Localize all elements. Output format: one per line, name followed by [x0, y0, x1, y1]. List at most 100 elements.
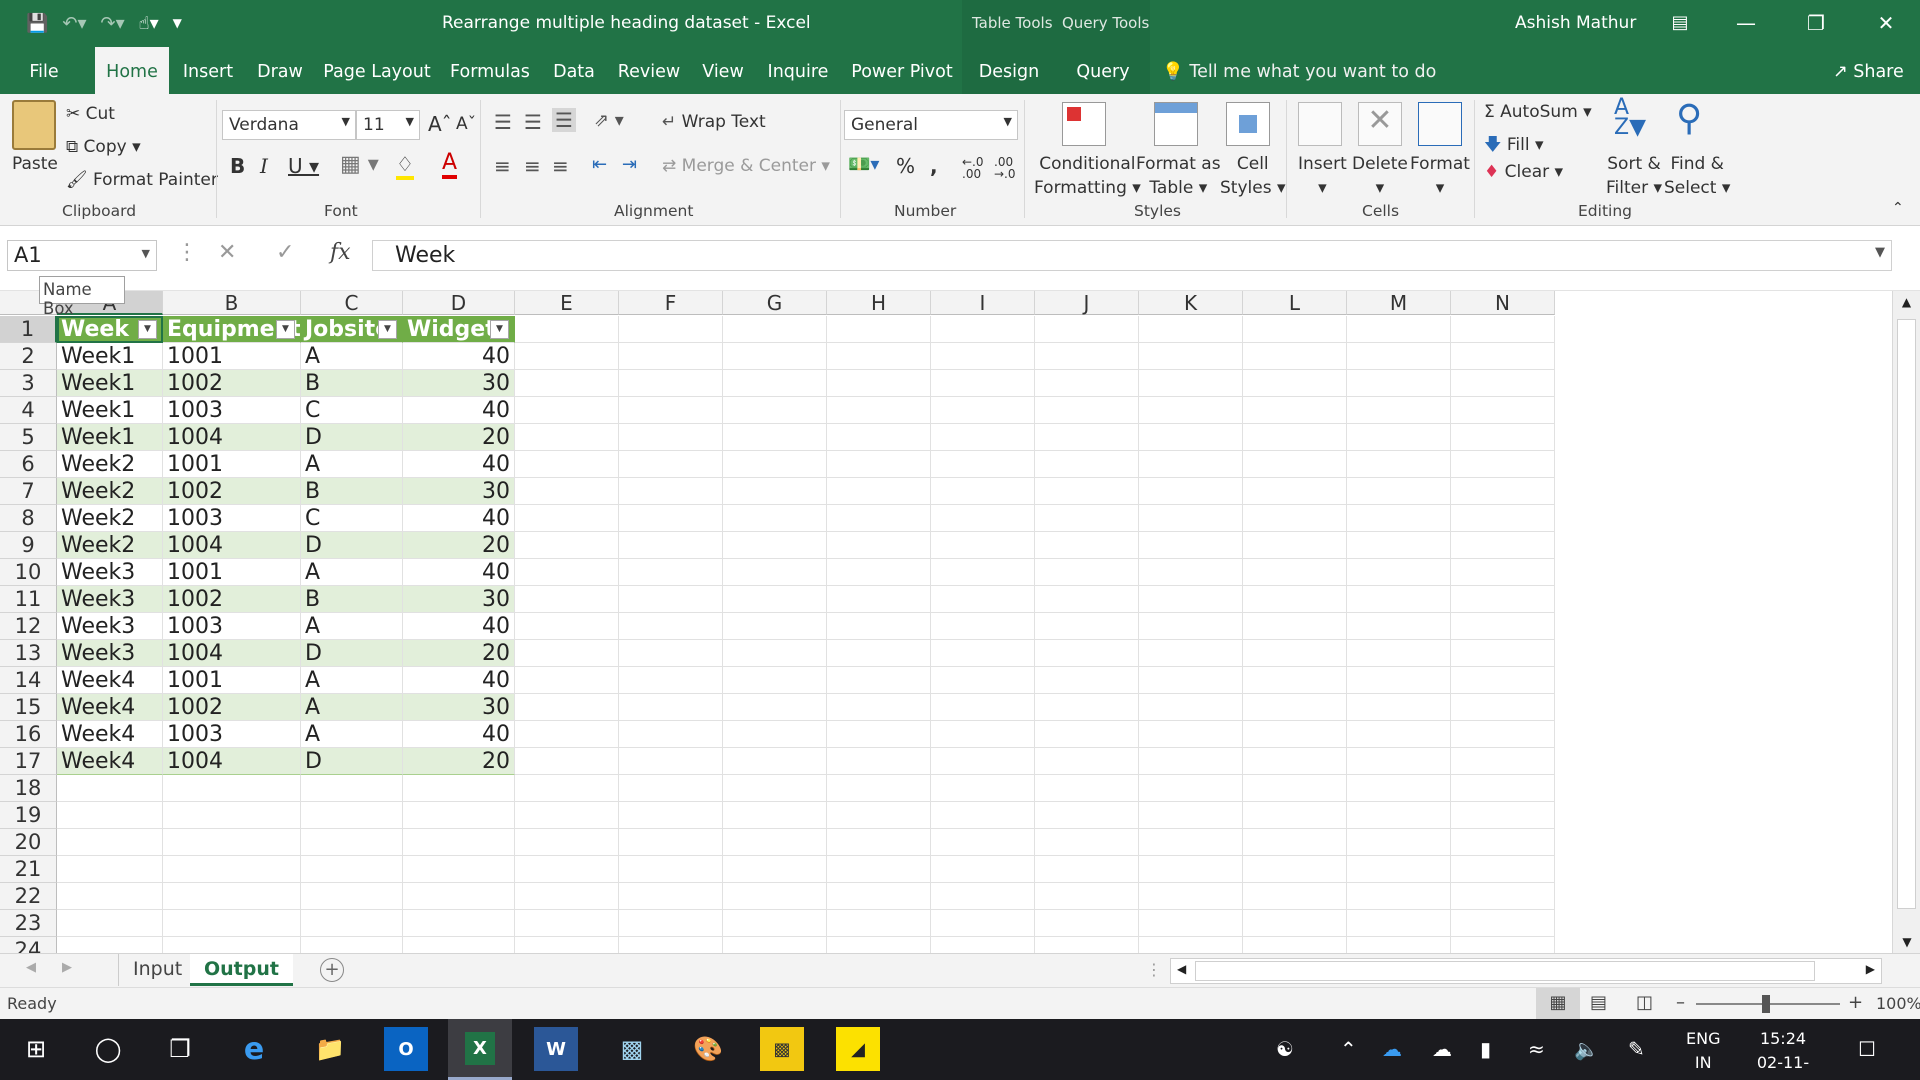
- row-header[interactable]: 22: [0, 883, 57, 910]
- empty-cell[interactable]: [515, 748, 619, 775]
- empty-cell[interactable]: [1347, 748, 1451, 775]
- empty-cell[interactable]: [163, 910, 301, 937]
- empty-cell[interactable]: [57, 775, 163, 802]
- empty-cell[interactable]: [723, 397, 827, 424]
- splitter-icon[interactable]: ⋮: [1146, 960, 1162, 979]
- normal-view-icon[interactable]: ▦: [1536, 988, 1580, 1019]
- empty-cell[interactable]: [723, 451, 827, 478]
- align-middle-icon[interactable]: ☰: [524, 110, 542, 134]
- prev-sheet-icon[interactable]: ◀: [26, 960, 36, 975]
- table-cell[interactable]: 1003: [163, 613, 301, 640]
- share-button[interactable]: ↗ Share: [1833, 47, 1904, 94]
- table-cell[interactable]: Week1: [57, 370, 163, 397]
- empty-cell[interactable]: [931, 775, 1035, 802]
- table-cell[interactable]: 1004: [163, 748, 301, 775]
- table-cell[interactable]: 1003: [163, 505, 301, 532]
- horizontal-scrollbar[interactable]: ◀ ▶: [1170, 958, 1882, 984]
- empty-cell[interactable]: [723, 640, 827, 667]
- empty-cell[interactable]: [301, 802, 403, 829]
- table-cell[interactable]: Week4: [57, 694, 163, 721]
- empty-cell[interactable]: [723, 505, 827, 532]
- empty-cell[interactable]: [619, 667, 723, 694]
- empty-cell[interactable]: [163, 883, 301, 910]
- empty-cell[interactable]: [1451, 856, 1555, 883]
- paste-icon[interactable]: [12, 100, 56, 150]
- empty-cell[interactable]: [1243, 694, 1347, 721]
- empty-cell[interactable]: [1139, 748, 1243, 775]
- zoom-out-icon[interactable]: –: [1676, 992, 1685, 1013]
- empty-cell[interactable]: [1139, 802, 1243, 829]
- table-cell[interactable]: 1004: [163, 640, 301, 667]
- empty-cell[interactable]: [1139, 370, 1243, 397]
- empty-cell[interactable]: [1243, 802, 1347, 829]
- empty-cell[interactable]: [1035, 613, 1139, 640]
- vertical-scrollbar[interactable]: ▲ ▼: [1892, 291, 1920, 953]
- filter-dropdown-icon[interactable]: ▼: [490, 320, 509, 339]
- show-hidden-icons-icon[interactable]: ⌃: [1340, 1037, 1357, 1061]
- empty-cell[interactable]: [931, 640, 1035, 667]
- empty-cell[interactable]: [619, 370, 723, 397]
- empty-cell[interactable]: [515, 316, 619, 343]
- empty-cell[interactable]: [931, 748, 1035, 775]
- empty-cell[interactable]: [723, 802, 827, 829]
- table-cell[interactable]: 1002: [163, 694, 301, 721]
- empty-cell[interactable]: [1139, 343, 1243, 370]
- volume-icon[interactable]: 🔈: [1574, 1037, 1599, 1061]
- worksheet-grid[interactable]: ▲ ▼ ABCDEFGHIJKLMN1Week▼Equipment▼Jobsit…: [0, 291, 1920, 953]
- customize-qat-icon[interactable]: ▼: [173, 16, 182, 30]
- empty-cell[interactable]: [931, 586, 1035, 613]
- conditional-formatting-button[interactable]: Conditional Formatting ▾: [1034, 152, 1141, 200]
- empty-cell[interactable]: [403, 775, 515, 802]
- empty-cell[interactable]: [1243, 451, 1347, 478]
- table-cell[interactable]: 40: [403, 505, 515, 532]
- empty-cell[interactable]: [931, 397, 1035, 424]
- tab-design[interactable]: Design: [962, 47, 1056, 94]
- empty-cell[interactable]: [619, 316, 723, 343]
- empty-cell[interactable]: [1035, 856, 1139, 883]
- font-name-select[interactable]: Verdana ▼: [222, 110, 356, 140]
- empty-cell[interactable]: [931, 424, 1035, 451]
- currency-icon[interactable]: 💵▾: [848, 154, 879, 175]
- table-cell[interactable]: 40: [403, 559, 515, 586]
- empty-cell[interactable]: [619, 856, 723, 883]
- empty-cell[interactable]: [931, 343, 1035, 370]
- empty-cell[interactable]: [1139, 910, 1243, 937]
- table-cell[interactable]: 1001: [163, 559, 301, 586]
- empty-cell[interactable]: [931, 721, 1035, 748]
- restore-icon[interactable]: ❐: [1796, 8, 1836, 38]
- filter-dropdown-icon[interactable]: ▼: [276, 320, 295, 339]
- empty-cell[interactable]: [1035, 748, 1139, 775]
- empty-cell[interactable]: [403, 883, 515, 910]
- empty-cell[interactable]: [827, 532, 931, 559]
- windows-start-icon[interactable]: ⊞: [14, 1027, 58, 1071]
- empty-cell[interactable]: [827, 397, 931, 424]
- empty-cell[interactable]: [619, 343, 723, 370]
- column-header-m[interactable]: M: [1347, 291, 1451, 315]
- empty-cell[interactable]: [723, 883, 827, 910]
- empty-cell[interactable]: [1139, 424, 1243, 451]
- empty-cell[interactable]: [827, 424, 931, 451]
- empty-cell[interactable]: [827, 640, 931, 667]
- empty-cell[interactable]: [931, 667, 1035, 694]
- empty-cell[interactable]: [619, 775, 723, 802]
- table-cell[interactable]: Week2: [57, 505, 163, 532]
- horizontal-scroll-thumb[interactable]: [1195, 961, 1815, 981]
- empty-cell[interactable]: [723, 316, 827, 343]
- table-cell[interactable]: 40: [403, 721, 515, 748]
- empty-cell[interactable]: [403, 856, 515, 883]
- column-header-c[interactable]: C: [301, 291, 403, 315]
- empty-cell[interactable]: [1035, 937, 1139, 953]
- empty-cell[interactable]: [515, 505, 619, 532]
- empty-cell[interactable]: [1035, 424, 1139, 451]
- table-cell[interactable]: 1002: [163, 370, 301, 397]
- empty-cell[interactable]: [1243, 829, 1347, 856]
- table-cell[interactable]: D: [301, 424, 403, 451]
- empty-cell[interactable]: [515, 775, 619, 802]
- empty-cell[interactable]: [1347, 505, 1451, 532]
- table-cell[interactable]: D: [301, 640, 403, 667]
- table-cell[interactable]: A: [301, 613, 403, 640]
- tab-power-pivot[interactable]: Power Pivot: [846, 47, 958, 94]
- row-header[interactable]: 20: [0, 829, 57, 856]
- row-header[interactable]: 18: [0, 775, 57, 802]
- outlook-icon[interactable]: O: [384, 1027, 428, 1071]
